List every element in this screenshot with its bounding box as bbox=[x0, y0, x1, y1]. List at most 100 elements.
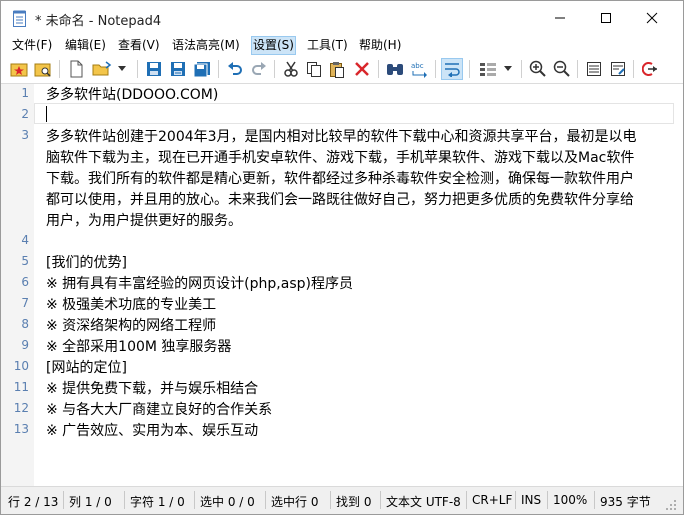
editor-line: ※ 资深络架构的网络工程师 bbox=[46, 318, 217, 334]
paste-icon bbox=[330, 61, 344, 78]
maximize-icon bbox=[601, 13, 611, 23]
line-number: 12 bbox=[13, 401, 29, 415]
zoom-in-icon bbox=[529, 60, 546, 77]
status-separator bbox=[265, 491, 266, 509]
save-icon bbox=[147, 62, 161, 76]
status-separator bbox=[63, 491, 64, 509]
toolbar: abc bbox=[1, 55, 683, 84]
title-bar: * 未命名 - Notepad4 bbox=[1, 1, 683, 35]
new-button[interactable] bbox=[65, 58, 87, 80]
copy-button[interactable] bbox=[303, 58, 325, 80]
status-ins[interactable]: INS bbox=[521, 493, 541, 507]
menu-syntax[interactable]: 语法高亮(M) bbox=[171, 37, 241, 54]
open-dropdown-button[interactable] bbox=[115, 58, 129, 80]
editor-line-wrapped: 下载。我们所有的软件都是精心更新，软件都经过多种杀毒软件安全检测，确保每一款软件… bbox=[46, 171, 634, 187]
customize-icon bbox=[611, 62, 625, 76]
status-separator bbox=[515, 491, 516, 509]
open-icon bbox=[92, 61, 112, 76]
editor-line: ※ 拥有具有丰富经验的网页设计(php,asp)程序员 bbox=[46, 276, 353, 292]
status-column[interactable]: 列 1 / 0 bbox=[69, 493, 112, 510]
editor-line-wrapped: 用户，为用户提供更好的服务。 bbox=[46, 213, 242, 229]
schemes-button[interactable] bbox=[583, 58, 605, 80]
minimize-button[interactable] bbox=[537, 1, 583, 35]
toolbar-separator bbox=[633, 60, 634, 78]
editor-line: ※ 极强美术功底的专业美工 bbox=[46, 297, 217, 313]
replace-icon: abc bbox=[411, 62, 427, 78]
text-cursor bbox=[46, 106, 47, 122]
save-button[interactable] bbox=[143, 58, 165, 80]
status-bar: 行 2 / 13 列 1 / 0 字符 1 / 0 选中 0 / 0 选中行 0… bbox=[1, 486, 683, 514]
new-icon bbox=[70, 60, 83, 78]
editor-line: ※ 全部采用100M 独享服务器 bbox=[46, 339, 232, 355]
find-icon bbox=[387, 64, 403, 75]
editor-line: ※ 广告效应、实用为本、娱乐互动 bbox=[46, 423, 259, 439]
view-icon bbox=[480, 63, 496, 76]
resize-grip-icon[interactable] bbox=[665, 499, 677, 511]
zoom-out-icon bbox=[553, 60, 570, 77]
status-zoom[interactable]: 100% bbox=[553, 493, 587, 507]
status-matches[interactable]: 找到 0 bbox=[336, 493, 371, 510]
editor-line: 多多软件站(DDOOO.COM) bbox=[46, 87, 219, 103]
line-number: 13 bbox=[13, 422, 29, 436]
exit-button[interactable] bbox=[639, 58, 661, 80]
save-as-button[interactable] bbox=[167, 58, 189, 80]
menu-bar: 文件(F) 编辑(E) 查看(V) 语法高亮(M) 设置(S) 工具(T) 帮助… bbox=[1, 35, 683, 55]
status-size: 935 字节 bbox=[600, 495, 651, 509]
menu-edit[interactable]: 编辑(E) bbox=[64, 37, 107, 54]
status-char[interactable]: 字符 1 / 0 bbox=[130, 493, 185, 510]
paste-button[interactable] bbox=[326, 58, 348, 80]
editor-area[interactable]: 1 多多软件站(DDOOO.COM) 2 3 多多软件站创建于2004年3月，是… bbox=[1, 84, 683, 486]
editor-line: [网站的定位] bbox=[46, 360, 127, 376]
line-number: 9 bbox=[21, 338, 29, 352]
window-title: * 未命名 - Notepad4 bbox=[35, 14, 162, 29]
status-selection[interactable]: 选中 0 / 0 bbox=[200, 493, 255, 510]
favorites-icon bbox=[10, 63, 28, 77]
save-copy-icon bbox=[193, 62, 210, 77]
menu-tools[interactable]: 工具(T) bbox=[306, 37, 349, 54]
view-dropdown-button[interactable] bbox=[501, 58, 515, 80]
toolbar-separator bbox=[378, 60, 379, 78]
menu-help[interactable]: 帮助(H) bbox=[358, 37, 402, 54]
line-number: 5 bbox=[21, 254, 29, 268]
line-number: 7 bbox=[21, 296, 29, 310]
zoom-out-button[interactable] bbox=[551, 58, 573, 80]
menu-settings[interactable]: 设置(S) bbox=[251, 36, 296, 55]
status-eol[interactable]: CR+LF bbox=[472, 493, 512, 507]
toolbar-separator bbox=[577, 60, 578, 78]
line-number: 6 bbox=[21, 275, 29, 289]
editor-line-wrapped: 都可以使用，并且用的放心。未来我们会一路既往做好自己，努力把更多优质的免费软件分… bbox=[46, 192, 634, 208]
redo-button[interactable] bbox=[248, 58, 270, 80]
editor-line: ※ 与各大大厂商建立良好的合作关系 bbox=[46, 402, 273, 418]
undo-button[interactable] bbox=[224, 58, 246, 80]
status-separator bbox=[466, 491, 467, 509]
line-number: 4 bbox=[21, 233, 29, 247]
toolbar-separator bbox=[435, 60, 436, 78]
find-button[interactable] bbox=[384, 58, 406, 80]
menu-file[interactable]: 文件(F) bbox=[11, 37, 53, 54]
browse-button[interactable] bbox=[32, 58, 54, 80]
view-button[interactable] bbox=[477, 58, 499, 80]
redo-icon bbox=[252, 62, 266, 75]
status-line[interactable]: 行 2 / 13 bbox=[8, 493, 58, 510]
editor-line-wrapped: 脑软件下载为主，现在已开通手机安卓软件、游戏下载，手机苹果软件、游戏下载以及Ma… bbox=[46, 150, 635, 166]
menu-view[interactable]: 查看(V) bbox=[117, 37, 161, 54]
save-copy-button[interactable] bbox=[191, 58, 213, 80]
line-number: 11 bbox=[13, 380, 29, 394]
toolbar-separator bbox=[218, 60, 219, 78]
word-wrap-toggle[interactable] bbox=[441, 58, 463, 80]
status-encoding[interactable]: 文本文 UTF-8 bbox=[386, 493, 461, 510]
replace-button[interactable]: abc bbox=[408, 58, 430, 80]
close-button[interactable] bbox=[629, 1, 675, 35]
editor-line: 多多软件站创建于2004年3月，是国内相对比较早的软件下载中心和资源共享平台，最… bbox=[46, 129, 637, 145]
zoom-in-button[interactable] bbox=[527, 58, 549, 80]
favorites-button[interactable] bbox=[8, 58, 30, 80]
notepad-window: * 未命名 - Notepad4 文件(F) 编辑(E) 查看(V) 语法高亮(… bbox=[0, 0, 684, 515]
delete-button[interactable] bbox=[351, 58, 373, 80]
line-number: 1 bbox=[21, 86, 29, 100]
open-button[interactable] bbox=[91, 58, 113, 80]
status-separator bbox=[594, 491, 595, 509]
customize-button[interactable] bbox=[607, 58, 629, 80]
maximize-button[interactable] bbox=[583, 1, 629, 35]
status-selected-lines[interactable]: 选中行 0 bbox=[271, 493, 318, 510]
cut-button[interactable] bbox=[280, 58, 302, 80]
